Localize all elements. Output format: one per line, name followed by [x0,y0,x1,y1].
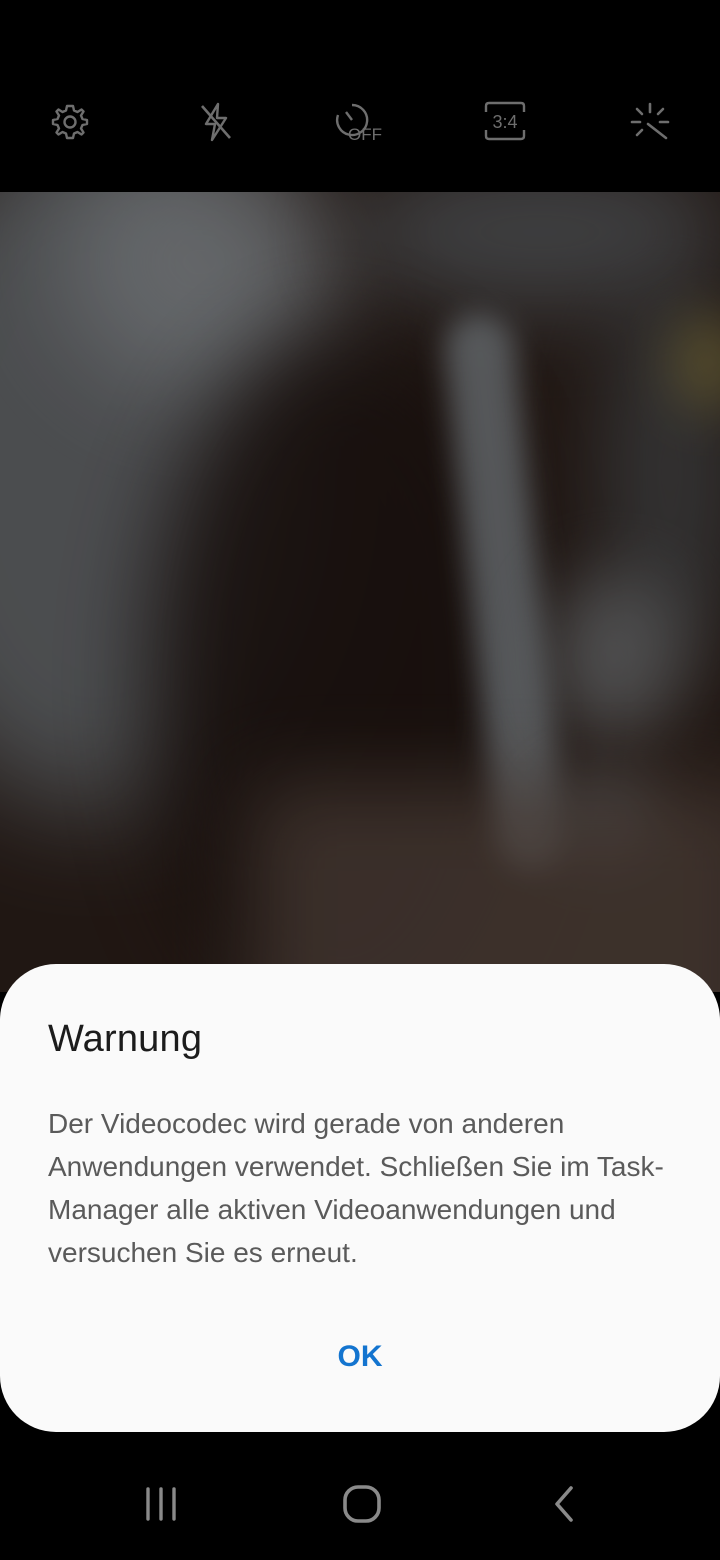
dialog-title: Warnung [48,1018,203,1060]
flash-off-icon[interactable] [194,100,238,144]
aspect-ratio-label: 3:4 [492,112,517,132]
ok-button[interactable]: OK [260,1322,460,1392]
preview-dim-overlay [0,192,720,992]
dialog-message: Der Videocodec wird gerade von anderen A… [48,1108,664,1268]
camera-screen: OFF 3:4 Warnung Der Videocodec wird gera… [0,0,720,1560]
home-icon[interactable] [330,1472,394,1536]
recent-apps-icon[interactable] [129,1472,193,1536]
timer-off-label: OFF [348,125,382,144]
gear-icon[interactable] [48,100,92,144]
back-icon[interactable] [532,1472,596,1536]
aspect-ratio-icon[interactable]: 3:4 [482,100,528,144]
camera-viewfinder[interactable] [0,192,720,992]
camera-toolbar: OFF 3:4 [0,0,720,192]
navigation-bar [0,1432,720,1560]
timer-off-icon[interactable]: OFF [332,100,390,144]
filter-effects-icon[interactable] [628,100,672,144]
